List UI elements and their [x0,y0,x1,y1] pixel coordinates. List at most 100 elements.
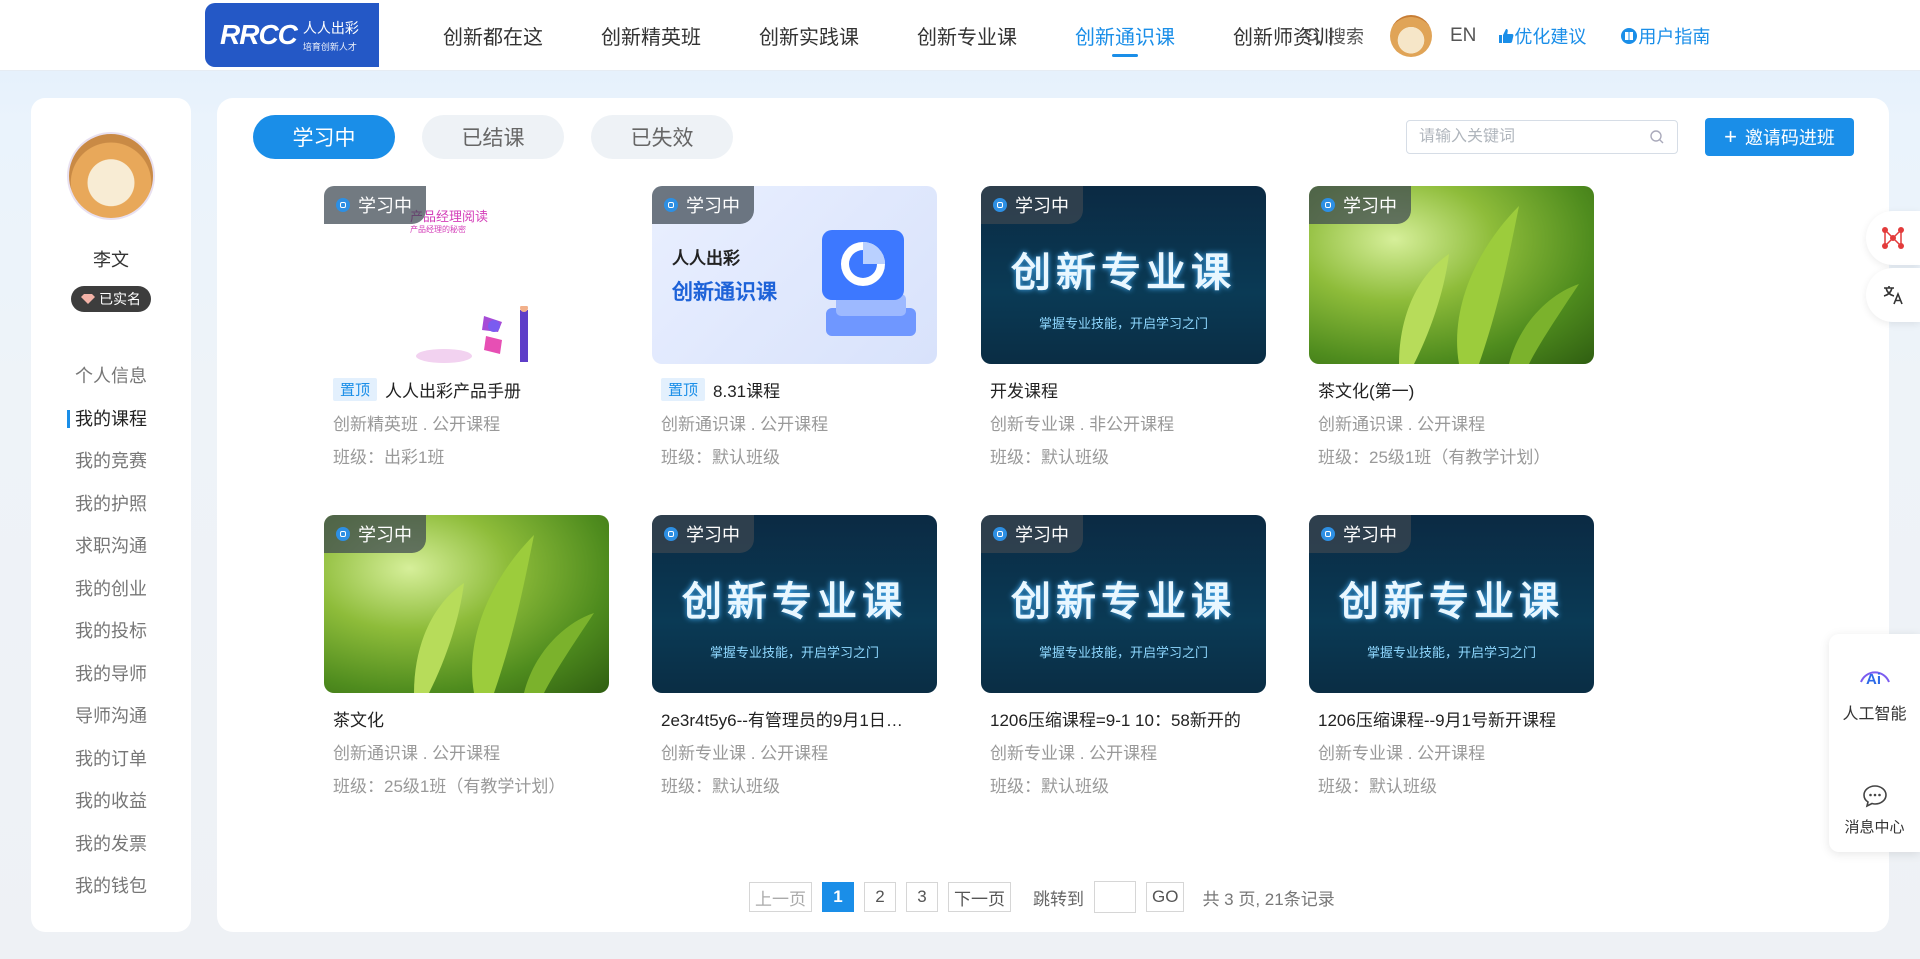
course-title: 茶文化 [333,706,601,731]
tab-finished[interactable]: 已结课 [422,115,564,159]
jump-page-input[interactable] [1094,881,1136,913]
translate-button[interactable] [1866,268,1920,322]
status-icon [664,198,678,212]
status-label: 学习中 [1015,196,1069,216]
status-label: 学习中 [358,525,412,545]
learning-status-badge: 学习中 [981,515,1083,553]
search-icon [1305,27,1321,44]
search-label: 搜索 [1328,26,1364,47]
course-meta: 创新通识课 . 公开课程 [333,744,501,763]
status-icon [336,198,350,212]
course-card[interactable]: 创新专业课 掌握专业技能，开启学习之门 学习中 1206压缩课程=9-1 10：… [981,515,1266,796]
status-icon [1321,527,1335,541]
course-class: 班级：默认班级 [661,777,780,796]
tab-expired[interactable]: 已失效 [591,115,733,159]
sidebar-item-my-earnings[interactable]: 我的收益 [31,779,191,822]
page-button-3[interactable]: 3 [906,882,938,912]
page-button-2[interactable]: 2 [864,882,896,912]
search-icon[interactable] [1649,129,1665,145]
thumbnail-subtext: 掌握专业技能，开启学习之门 [709,645,879,660]
thumbs-up-icon [1499,28,1514,43]
top-navbar: RRCC 人人出彩 培育创新人才 创新都在这 创新精英班 创新实践课 创新专业课… [0,0,1920,71]
illustration-icon [416,306,528,363]
course-class: 班级：25级1班（有教学计划） [333,777,566,796]
nav-item-practice-course[interactable]: 创新实践课 [730,0,888,71]
course-title: 茶文化(第一) [1318,377,1586,402]
learning-status-badge: 学习中 [1309,186,1411,224]
nav-item-innovation-hub[interactable]: 创新都在这 [414,0,572,71]
learning-status-badge: 学习中 [652,515,754,553]
user-avatar-small[interactable] [1390,14,1432,57]
status-label: 学习中 [686,525,740,545]
sidebar-item-my-competitions[interactable]: 我的竞赛 [31,439,191,482]
status-label: 学习中 [1343,196,1397,216]
sidebar-item-mentor-chat[interactable]: 导师沟通 [31,694,191,737]
header-search-button[interactable]: 搜索 [1304,23,1364,49]
sidebar-item-my-passport[interactable]: 我的护照 [31,482,191,525]
sidebar-item-job-chat[interactable]: 求职沟通 [31,524,191,567]
course-card[interactable]: 人人出彩 创新通识课 学习中 置顶 8.31课程 创新通识课 . 公开课程 班级：… [652,186,937,467]
learning-status-badge: 学习中 [652,186,754,224]
plus-icon: + [1724,124,1737,149]
logo-slogan: 培育创新人才 [302,41,357,52]
course-title-text: 2e3r4t5y6--有管理员的9月1日… [661,711,903,730]
course-search-input[interactable] [1419,128,1639,146]
user-name: 李文 [93,250,129,270]
thumbnail-text: 人人出彩 [672,249,740,268]
sidebar-item-my-orders[interactable]: 我的订单 [31,737,191,780]
course-card[interactable]: 创新专业课 掌握专业技能，开启学习之门 学习中 2e3r4t5y6--有管理员的… [652,515,937,796]
page-button-1[interactable]: 1 [822,882,854,912]
learning-status-badge: 学习中 [324,515,426,553]
course-card[interactable]: 创新专业课 掌握专业技能，开启学习之门 学习中 开发课程 创新专业课 . 非公开… [981,186,1266,467]
nav-item-general-course[interactable]: 创新通识课 [1046,0,1204,71]
thumbnail-text: 创新专业课 [1011,580,1236,624]
language-switch[interactable]: EN [1450,25,1476,47]
verified-label: 已实名 [99,291,141,307]
invite-code-button[interactable]: + 邀请码进班 [1705,118,1854,156]
nav-item-major-course[interactable]: 创新专业课 [888,0,1046,71]
ai-assistant-button[interactable]: Ai 人工智能 [1829,658,1920,724]
sidebar-item-my-invoices[interactable]: 我的发票 [31,822,191,865]
nav-item-elite-class[interactable]: 创新精英班 [572,0,730,71]
graph-icon [1882,227,1904,249]
sidebar-item-my-startup[interactable]: 我的创业 [31,567,191,610]
user-guide-link[interactable]: 用户指南 [1620,23,1710,49]
logo-text: 人人出彩 培育创新人才 [303,18,359,53]
status-tabs: 学习中 已结课 已失效 [253,115,760,159]
course-title: 置顶 人人出彩产品手册 [333,377,601,402]
sidebar-item-my-mentors[interactable]: 我的导师 [31,652,191,695]
sidebar-item-profile[interactable]: 个人信息 [31,354,191,397]
book-icon [1621,27,1638,44]
svg-text:Ai: Ai [1866,671,1881,688]
sidebar-item-my-wallet[interactable]: 我的钱包 [31,864,191,907]
verified-badge: 已实名 [71,286,151,312]
site-logo[interactable]: RRCC 人人出彩 培育创新人才 [205,3,379,67]
thumbnail-subtext: 掌握专业技能，开启学习之门 [1038,316,1208,331]
course-card[interactable]: 创新专业课 掌握专业技能，开启学习之门 学习中 1206压缩课程--9月1号新开… [1309,515,1594,796]
course-meta: 创新专业课 . 公开课程 [661,744,829,763]
prev-page-button[interactable]: 上一页 [749,882,812,912]
course-class: 班级：默认班级 [1318,777,1437,796]
thumbnail-subtext: 掌握专业技能，开启学习之门 [1038,645,1208,660]
course-card[interactable]: 学习中 茶文化 创新通识课 . 公开课程 班级：25级1班（有教学计划） [324,515,609,796]
main-nav: 创新都在这 创新精英班 创新实践课 创新专业课 创新通识课 创新师资训 [414,0,1362,71]
course-card[interactable]: 产品经理阅读 产品经理的秘密 学习中 置顶 人人出彩产品手册 创新精英班 . 公开… [324,186,609,467]
status-label: 学习中 [1015,525,1069,545]
status-icon [993,198,1007,212]
course-title: 1206压缩课程=9-1 10：58新开的 [990,706,1258,731]
message-center-button[interactable]: 消息中心 [1829,784,1920,837]
sidebar-item-my-courses[interactable]: 我的课程 [31,397,191,440]
sidebar-item-my-bids[interactable]: 我的投标 [31,609,191,652]
status-label: 学习中 [686,196,740,216]
next-page-button[interactable]: 下一页 [948,882,1011,912]
floating-service-panel: Ai 人工智能 消息中心 [1829,634,1920,852]
course-title-text: 1206压缩课程=9-1 10：58新开的 [990,711,1241,730]
feedback-link[interactable]: 优化建议 [1498,23,1586,49]
course-title-text: 茶文化 [333,711,384,730]
knowledge-graph-button[interactable] [1866,211,1920,265]
course-search [1406,120,1678,154]
user-avatar[interactable] [67,132,155,220]
course-card[interactable]: 学习中 茶文化(第一) 创新通识课 . 公开课程 班级：25级1班（有教学计划） [1309,186,1594,467]
go-button[interactable]: GO [1146,882,1185,912]
tab-learning[interactable]: 学习中 [253,115,395,159]
